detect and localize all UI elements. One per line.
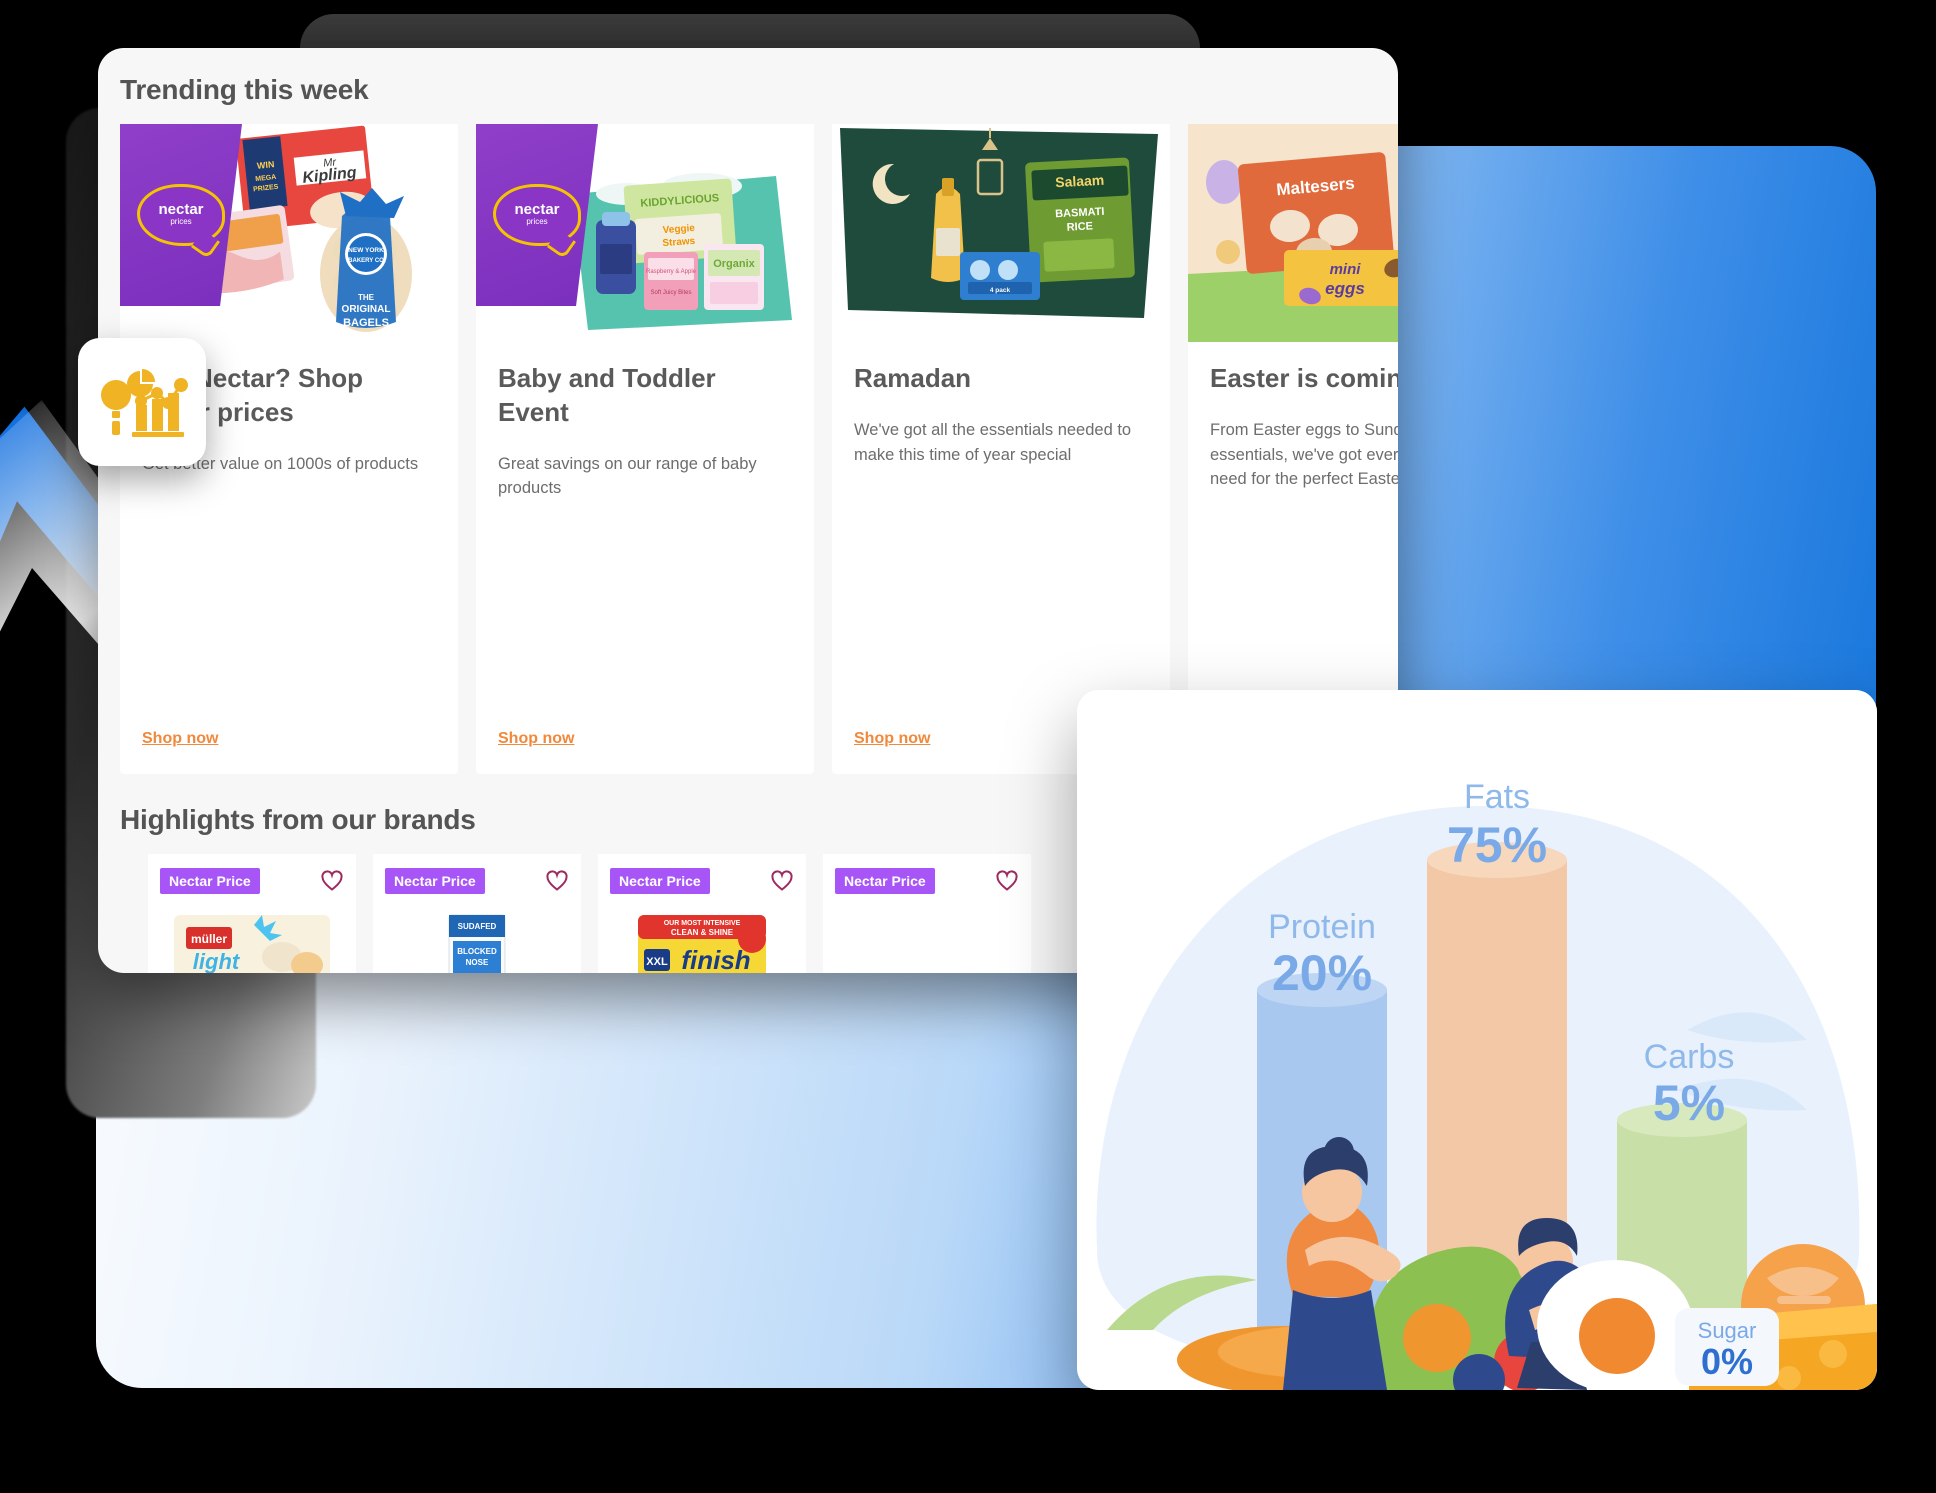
svg-text:mini: mini [1330, 261, 1362, 278]
trending-card-body: Great savings on our range of baby produ… [498, 454, 757, 498]
trending-card-hero: WIN MEGA PRIZES Mr Kipling NEW YORK BAKE… [120, 124, 458, 342]
product-image-sudafed: SUDAFED BLOCKED NOSE Spray [448, 914, 506, 973]
svg-text:Raspberry & Apple: Raspberry & Apple [646, 269, 697, 275]
heart-icon[interactable] [995, 869, 1019, 893]
svg-text:Organix: Organix [713, 258, 755, 270]
trending-card-heading: Ramadan [854, 363, 972, 393]
nectar-price-badge: Nectar Price [160, 868, 260, 894]
sugar-value: 0% [1701, 1341, 1753, 1382]
svg-text:NOSE: NOSE [466, 958, 489, 967]
nutrition-illustration-panel: Protein 20% Fats 75% Carbs 5% Sugar 0% [1077, 690, 1877, 1390]
trending-card-easter[interactable]: Maltesers mini eggs Easter is coming Fro… [1188, 124, 1398, 774]
svg-text:Soft Juicy Bites: Soft Juicy Bites [650, 290, 691, 296]
bar-label-carbs: Carbs [1644, 1038, 1735, 1076]
svg-text:OUR MOST INTENSIVE: OUR MOST INTENSIVE [664, 920, 741, 927]
product-card[interactable]: Nectar Price SUDAFED BLOCKED NOSE Spray [373, 854, 581, 973]
ramadan-image: Salaam BASMATI RICE 4 pack [832, 124, 1170, 342]
svg-text:BLOCKED: BLOCKED [457, 947, 497, 956]
product-card[interactable]: Nectar Price müller light CARAMEL FLAVOU… [148, 854, 356, 973]
bar-label-fats: Fats [1464, 778, 1530, 816]
trending-card-heading: Baby and Toddler Event [498, 363, 716, 427]
shop-now-link[interactable]: Shop now [498, 730, 792, 748]
svg-text:light: light [193, 949, 241, 973]
svg-text:eggs: eggs [1325, 279, 1365, 298]
svg-text:Veggie: Veggie [662, 223, 695, 236]
trending-card-body: From Easter eggs to Sunday roast essenti… [1210, 420, 1398, 489]
data-analytics-icon-card [78, 338, 206, 466]
product-card[interactable]: Nectar Price OUR MOST INTENSIVE CLEAN & … [598, 854, 806, 973]
nectar-price-badge: Nectar Price [385, 868, 485, 894]
sugar-badge: Sugar 0% [1675, 1308, 1779, 1386]
heart-icon[interactable] [545, 869, 569, 893]
trending-card-ramadan[interactable]: Salaam BASMATI RICE 4 pack Ramadan We've… [832, 124, 1170, 774]
svg-text:Salaam: Salaam [1055, 172, 1105, 191]
trending-card-baby-toddler[interactable]: KIDDYLICIOUS Veggie Straws Raspberry & A… [476, 124, 814, 774]
trending-card-body: We've got all the essentials needed to m… [854, 420, 1132, 464]
bar-value-protein: 20% [1272, 945, 1372, 1001]
boiled-egg [1537, 1260, 1693, 1390]
svg-text:XXL: XXL [646, 956, 668, 968]
trending-carousel[interactable]: WIN MEGA PRIZES Mr Kipling NEW YORK BAKE… [98, 124, 1398, 774]
shop-now-link[interactable]: Shop now [142, 730, 436, 748]
svg-text:finish: finish [681, 945, 750, 973]
trending-card-heading: Easter is coming [1210, 363, 1398, 393]
bar-label-protein: Protein [1268, 908, 1376, 946]
svg-text:NEW YORK: NEW YORK [348, 247, 384, 254]
heart-icon[interactable] [320, 869, 344, 893]
bar-value-fats: 75% [1447, 817, 1547, 873]
svg-text:SUDAFED: SUDAFED [458, 922, 497, 931]
svg-text:4 pack: 4 pack [990, 287, 1011, 294]
nectar-price-badge: Nectar Price [835, 868, 935, 894]
product-image-finish-ultimate: OUR MOST INTENSIVE CLEAN & SHINE XXL fin… [638, 915, 766, 973]
product-image-muller-light: müller light CARAMEL FLAVOUR X2 VANILLA … [174, 915, 330, 973]
bar-value-carbs: 5% [1653, 1075, 1725, 1131]
svg-text:ORIGINAL: ORIGINAL [342, 304, 391, 315]
svg-text:BAKERY CO: BAKERY CO [348, 258, 384, 264]
svg-text:THE: THE [358, 293, 375, 302]
easter-image: Maltesers mini eggs [1188, 124, 1398, 342]
svg-text:Straws: Straws [662, 236, 696, 249]
nectar-price-badge: Nectar Price [610, 868, 710, 894]
heart-icon[interactable] [770, 869, 794, 893]
product-card[interactable]: Nectar Price Sponsored [823, 854, 1031, 973]
svg-text:CLEAN & SHINE: CLEAN & SHINE [671, 928, 734, 937]
trending-section-title: Trending this week [120, 74, 369, 105]
macronutrient-bar-chart: Protein 20% Fats 75% Carbs 5% Sugar 0% [1077, 690, 1877, 1390]
trending-card-hero: KIDDYLICIOUS Veggie Straws Raspberry & A… [476, 124, 814, 342]
trending-card-hero: Salaam BASMATI RICE 4 pack [832, 124, 1170, 342]
sugar-label: Sugar [1698, 1318, 1757, 1343]
svg-text:WIN: WIN [256, 159, 274, 171]
svg-text:RICE: RICE [1066, 220, 1093, 233]
trending-card-hero: Maltesers mini eggs [1188, 124, 1398, 342]
svg-text:BAGELS: BAGELS [343, 317, 389, 329]
data-analytics-icon [101, 369, 188, 437]
svg-text:müller: müller [191, 932, 227, 946]
